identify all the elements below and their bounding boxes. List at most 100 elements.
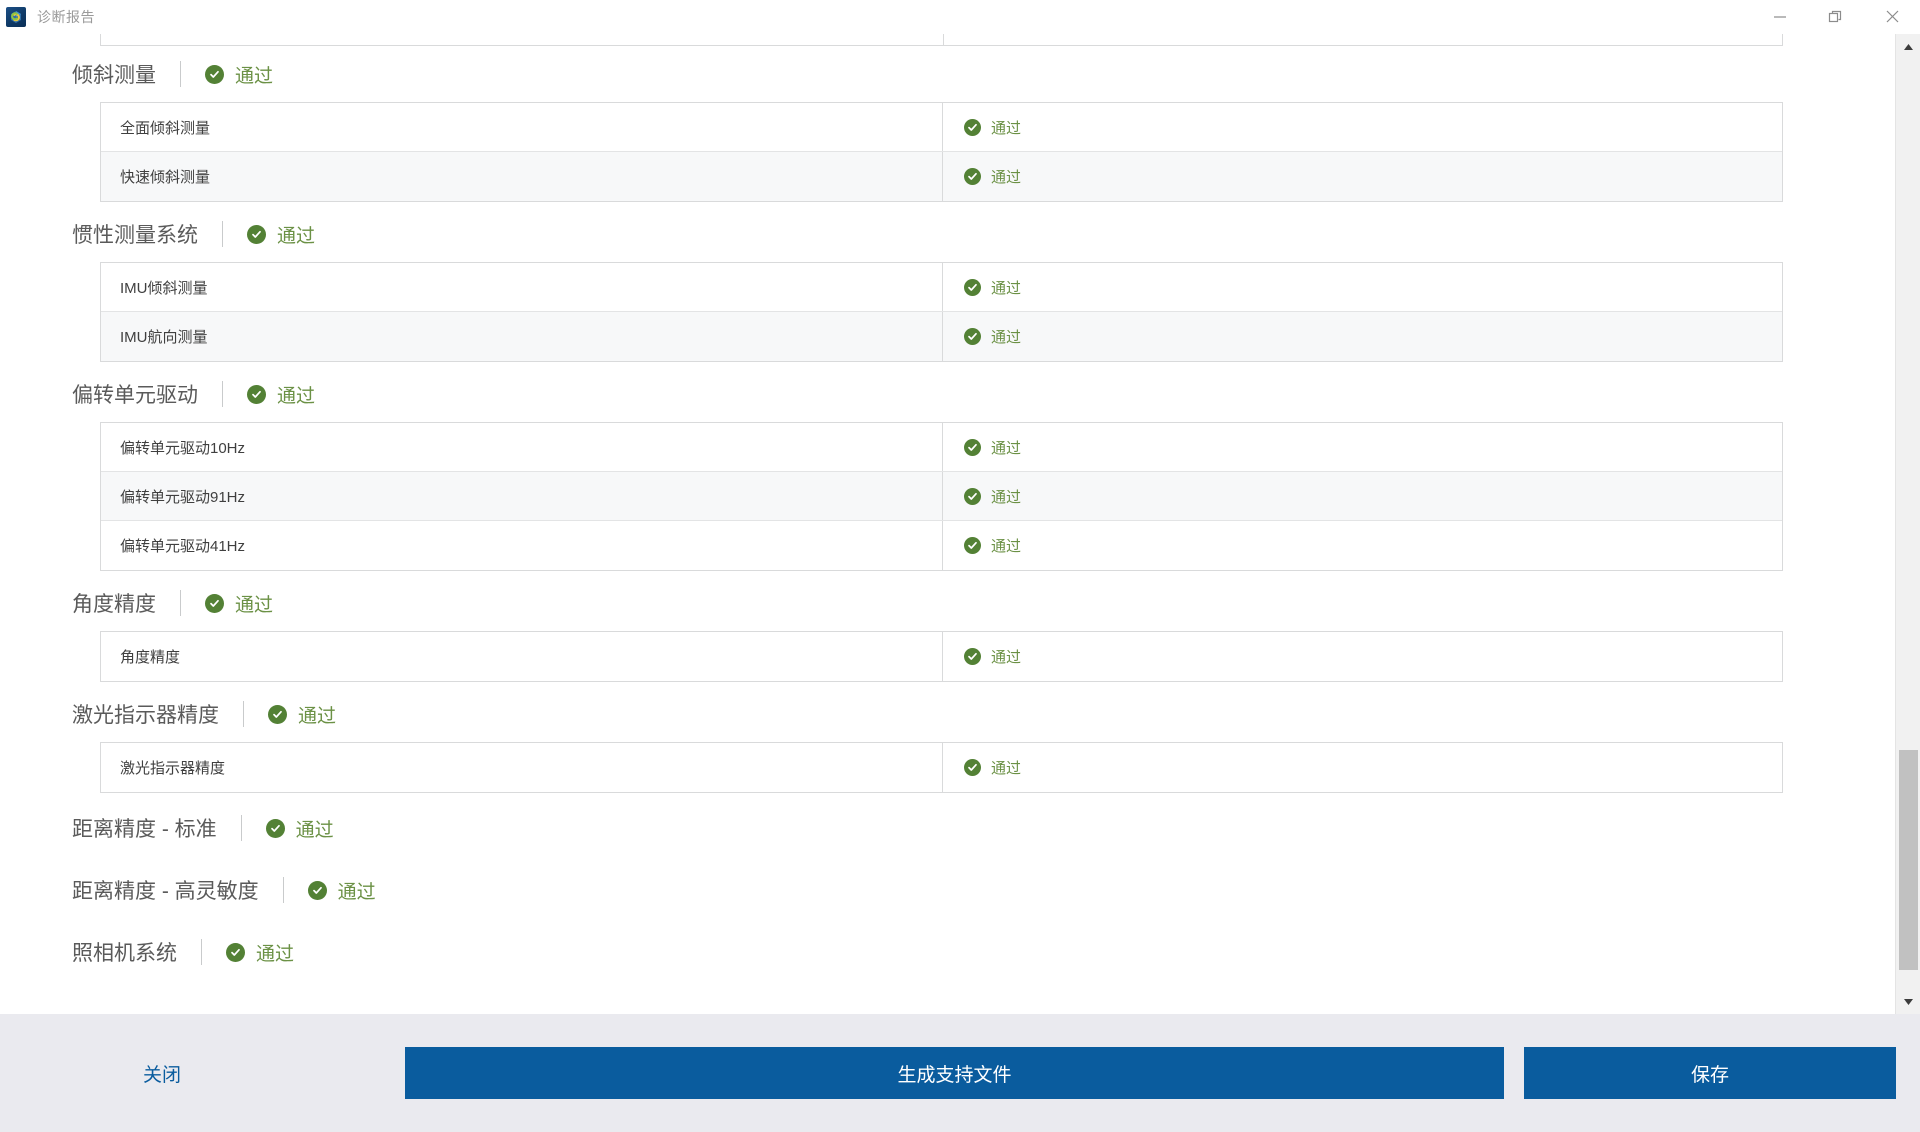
status-badge: 通过 (205, 61, 273, 88)
chevron-up-icon[interactable] (1896, 34, 1920, 59)
test-name-cell: 偏转单元驱动91Hz (101, 472, 943, 520)
check-circle-icon (964, 328, 981, 345)
vertical-scrollbar[interactable] (1895, 34, 1920, 1014)
status-label: 通过 (991, 439, 1022, 457)
section-header: 偏转单元驱动 通过 (0, 366, 1895, 422)
check-circle-icon (247, 224, 266, 244)
test-status-cell: 通过 (943, 423, 1782, 471)
status-badge: 通过 (226, 939, 294, 966)
status-badge: 通过 (268, 701, 336, 728)
check-circle-icon (247, 384, 266, 404)
close-icon[interactable] (1864, 0, 1920, 34)
status-badge: 通过 (307, 877, 376, 904)
section-header: 激光指示器精度 通过 (0, 686, 1895, 742)
header-divider (201, 939, 202, 965)
check-circle-icon (964, 438, 981, 456)
section-title: 照相机系统 (72, 942, 177, 965)
section-header: 角度精度 通过 (0, 575, 1895, 631)
report-section: 倾斜测量 通过 全面倾斜测量 通过 快速倾斜测量 通过 (0, 46, 1895, 202)
status-label: 通过 (277, 385, 316, 407)
test-name-cell: IMU倾斜测量 (101, 263, 943, 311)
section-header: 倾斜测量 通过 (0, 46, 1895, 102)
clipped-previous-table (100, 34, 1783, 46)
check-circle-icon (964, 168, 981, 185)
test-status-cell: 通过 (943, 152, 1782, 201)
section-title: 偏转单元驱动 (72, 384, 198, 407)
scrollbar-thumb[interactable] (1899, 750, 1918, 970)
report-section: 激光指示器精度 通过 激光指示器精度 通过 (0, 686, 1895, 793)
report-section: 角度精度 通过 角度精度 通过 (0, 575, 1895, 682)
status-badge: 通过 (265, 815, 334, 842)
restore-icon[interactable] (1808, 0, 1864, 34)
test-name-cell: 偏转单元驱动10Hz (101, 423, 943, 471)
table-row: 偏转单元驱动10Hz 通过 (101, 423, 1782, 472)
check-circle-icon (964, 118, 981, 136)
test-name-cell: 角度精度 (101, 632, 943, 681)
status-label: 通过 (235, 594, 274, 616)
app-logo-icon (6, 6, 26, 27)
test-status-cell: 通过 (943, 743, 1782, 792)
status-label: 通过 (337, 881, 376, 903)
footer-action-bar: 关闭 生成支持文件 保存 (0, 1014, 1920, 1132)
table-row: 偏转单元驱动41Hz 通过 (101, 521, 1782, 570)
section-title: 距离精度 - 高灵敏度 (72, 880, 259, 903)
header-divider (222, 381, 223, 407)
window-controls (1752, 0, 1920, 34)
status-label: 通过 (298, 705, 337, 727)
section-table: 全面倾斜测量 通过 快速倾斜测量 通过 (100, 102, 1783, 202)
section-table: 偏转单元驱动10Hz 通过 偏转单元驱动91Hz 通过 偏转单元驱动41Hz 通过 (100, 422, 1783, 571)
header-divider (243, 701, 244, 727)
check-circle-icon (307, 880, 327, 900)
check-circle-icon (964, 648, 981, 665)
check-circle-icon (268, 704, 287, 724)
status-label: 通过 (991, 488, 1022, 506)
test-name-cell: IMU航向测量 (101, 312, 943, 361)
table-row: 角度精度 通过 (101, 632, 1782, 681)
check-circle-icon (964, 537, 981, 554)
header-divider (282, 877, 284, 903)
report-section: 距离精度 - 高灵敏度 通过 (0, 859, 1895, 921)
test-status-cell: 通过 (943, 632, 1782, 681)
section-title: 惯性测量系统 (72, 224, 198, 247)
check-circle-icon (226, 942, 245, 962)
status-label: 通过 (256, 943, 295, 965)
check-circle-icon (205, 593, 224, 613)
test-status-cell: 通过 (943, 263, 1782, 311)
section-title: 角度精度 (72, 593, 156, 616)
table-row: 快速倾斜测量 通过 (101, 152, 1782, 201)
check-circle-icon (265, 818, 285, 838)
section-header: 距离精度 - 高灵敏度 通过 (0, 859, 1895, 921)
generate-support-file-button[interactable]: 生成支持文件 (405, 1047, 1504, 1099)
table-row: 激光指示器精度 通过 (101, 743, 1782, 792)
header-divider (222, 221, 223, 247)
close-button[interactable]: 关闭 (143, 1060, 181, 1087)
header-divider (240, 815, 242, 841)
check-circle-icon (964, 278, 981, 296)
status-label: 通过 (235, 65, 274, 87)
window-title: 诊断报告 (37, 8, 95, 25)
test-name-cell: 快速倾斜测量 (101, 152, 943, 201)
test-name-cell: 激光指示器精度 (101, 743, 943, 792)
test-status-cell: 通过 (943, 472, 1782, 520)
status-label: 通过 (991, 329, 1022, 346)
chevron-down-icon[interactable] (1896, 989, 1920, 1014)
report-section: 距离精度 - 标准 通过 (0, 797, 1895, 859)
diagnostic-report-content: 倾斜测量 通过 全面倾斜测量 通过 快速倾斜测量 通过 惯性测量系统 通过 IMU倾斜测量 通过 I… (0, 34, 1895, 1014)
report-section: 惯性测量系统 通过 IMU倾斜测量 通过 IMU航向测量 通过 (0, 206, 1895, 362)
header-divider (180, 590, 181, 616)
save-button[interactable]: 保存 (1524, 1047, 1896, 1099)
minimize-icon[interactable] (1752, 0, 1808, 34)
status-label: 通过 (295, 819, 334, 841)
status-label: 通过 (991, 279, 1022, 297)
test-name-cell: 全面倾斜测量 (101, 103, 943, 151)
test-status-cell: 通过 (943, 312, 1782, 361)
status-label: 通过 (991, 649, 1022, 666)
status-label: 通过 (991, 119, 1022, 137)
table-row: 全面倾斜测量 通过 (101, 103, 1782, 152)
sections-list: 倾斜测量 通过 全面倾斜测量 通过 快速倾斜测量 通过 惯性测量系统 通过 IMU倾斜测量 通过 I… (0, 34, 1895, 1013)
status-badge: 通过 (205, 590, 273, 617)
section-table: 角度精度 通过 (100, 631, 1783, 682)
report-section: 照相机系统 通过 (0, 921, 1895, 983)
table-row: IMU倾斜测量 通过 (101, 263, 1782, 312)
check-circle-icon (964, 759, 981, 776)
